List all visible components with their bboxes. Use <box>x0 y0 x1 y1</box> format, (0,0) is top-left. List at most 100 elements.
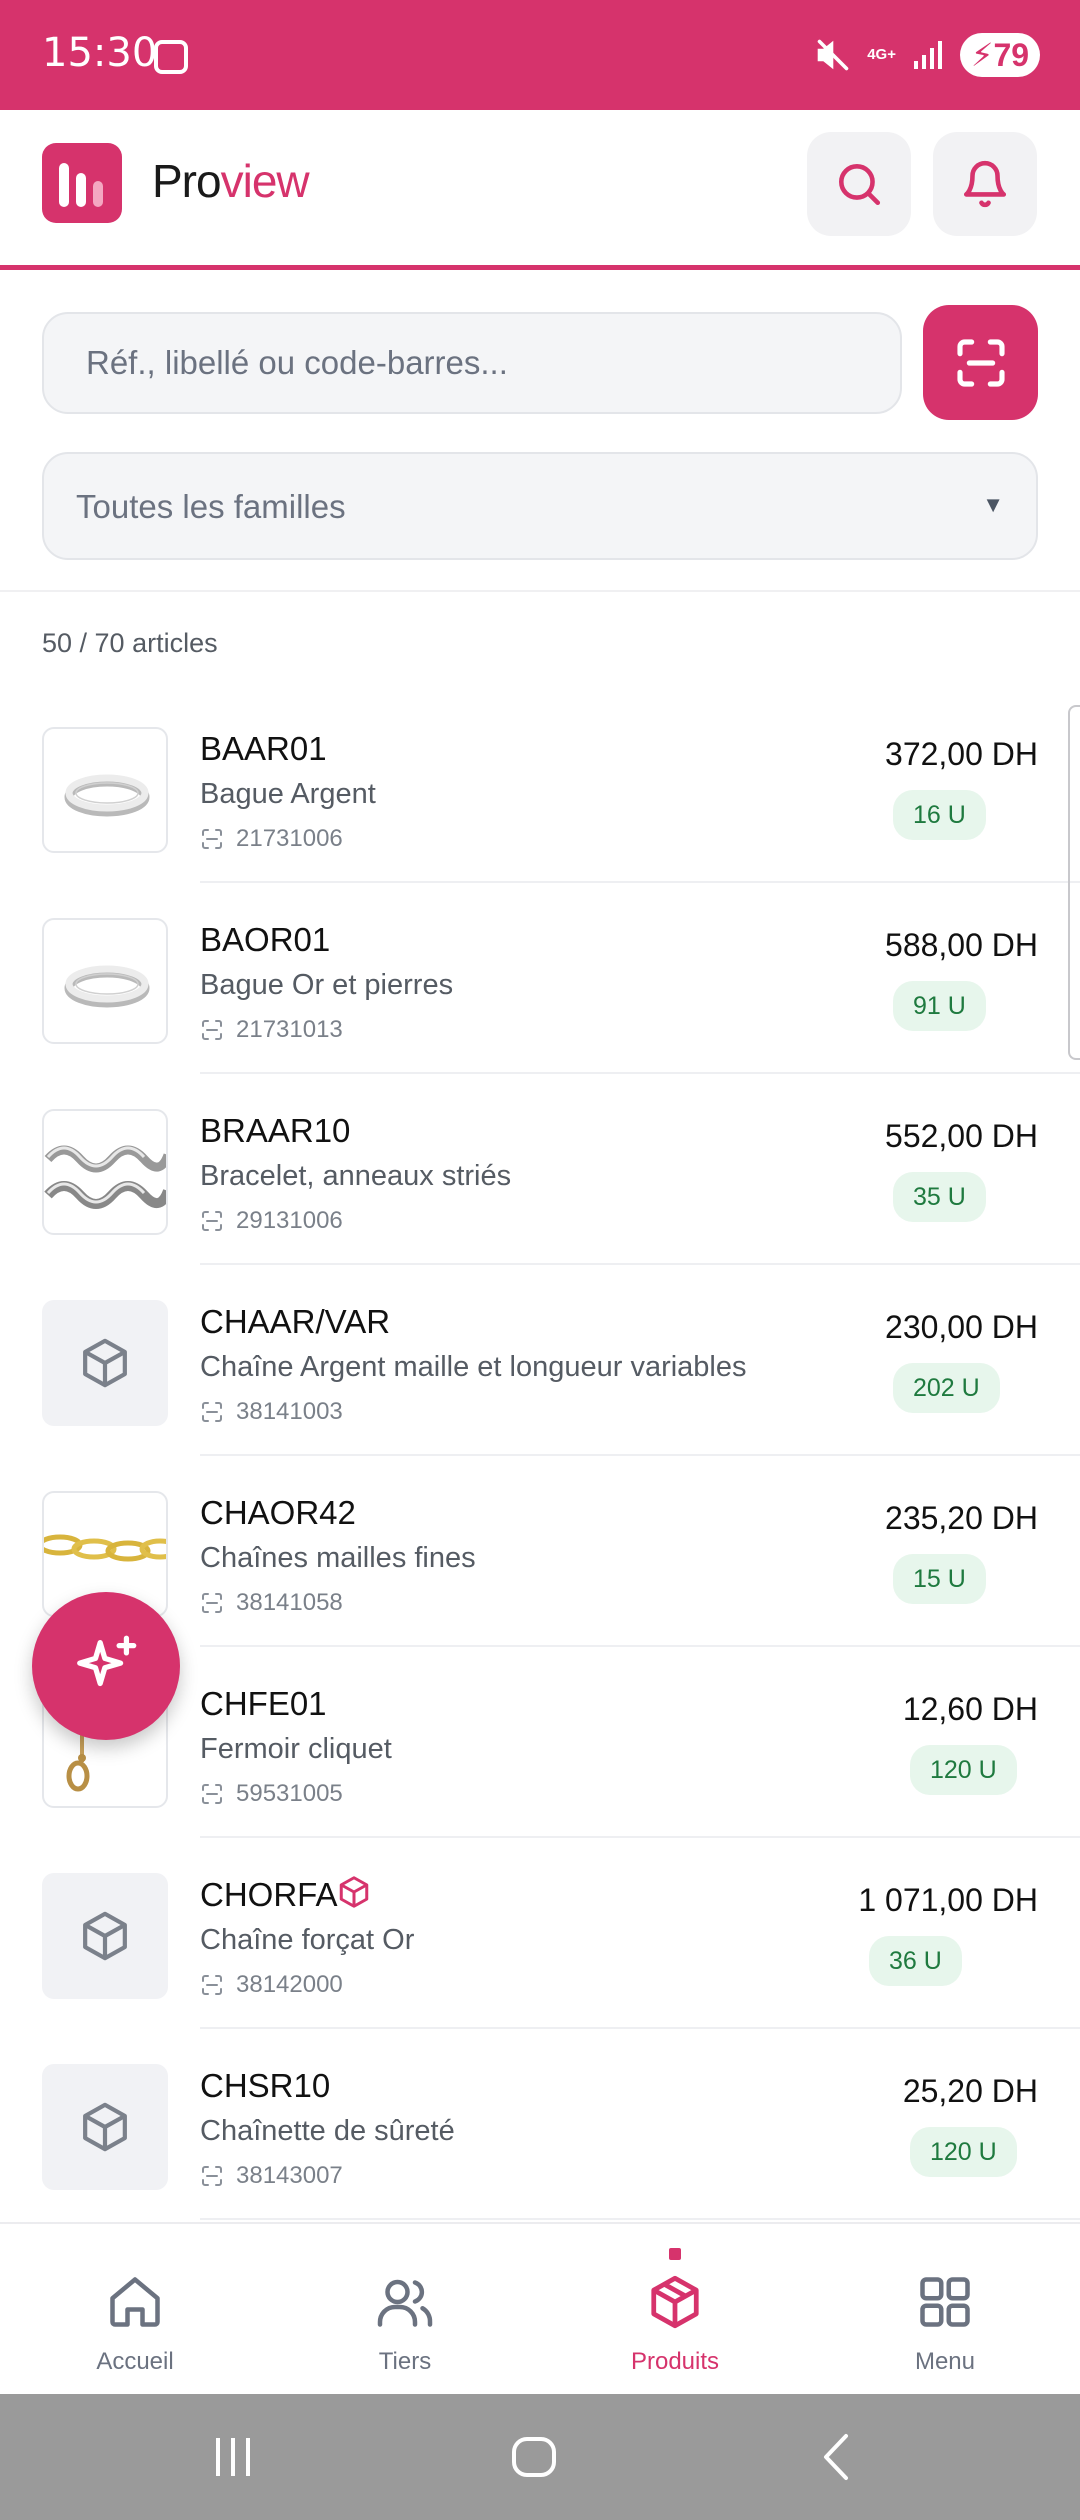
stock-badge: 16 U <box>893 790 986 840</box>
product-ref: BAOR01 <box>200 921 331 958</box>
product-image-placeholder <box>42 1300 168 1426</box>
product-price: 552,00 DH <box>885 1118 1038 1154</box>
barcode-icon <box>202 829 222 849</box>
home-button-icon[interactable] <box>510 2434 558 2480</box>
barcode-value: 38141058 <box>236 1589 343 1616</box>
product-description: Chaîne forçat Or <box>200 1924 415 1956</box>
barcode-icon <box>202 1975 222 1995</box>
barcode-value: 29131006 <box>236 1207 343 1234</box>
product-ref: CHFE01 <box>200 1685 327 1722</box>
package-icon <box>651 2275 699 2329</box>
battery-indicator: ⚡ 79 <box>960 33 1040 77</box>
users-icon <box>377 2279 433 2327</box>
product-description: Chaînette de sûreté <box>200 2115 455 2147</box>
package-icon <box>83 1911 127 1961</box>
product-price: 372,00 DH <box>885 736 1038 772</box>
barcode-icon <box>202 2166 222 2186</box>
barcode-value: 38143007 <box>236 2162 343 2189</box>
product-price: 588,00 DH <box>885 927 1038 963</box>
app-logo <box>42 143 122 223</box>
product-ref: CHORFA <box>200 1876 338 1913</box>
barcode-scan-button[interactable] <box>923 305 1038 420</box>
product-ref: CHAAR/VAR <box>200 1303 391 1340</box>
product-ref: CHSR10 <box>200 2067 331 2104</box>
product-price: 1 071,00 DH <box>858 1882 1038 1918</box>
battery-charging-icon: ⚡ <box>970 37 994 73</box>
package-icon <box>336 1874 372 1915</box>
barcode-value: 59531005 <box>236 1780 343 1807</box>
nav-item-tiers[interactable]: Tiers <box>270 2224 540 2396</box>
product-description: Chaînes mailles fines <box>200 1542 476 1574</box>
stock-badge: 91 U <box>893 981 986 1031</box>
barcode-value: 38141003 <box>236 1398 343 1425</box>
app-header: Proview <box>0 110 1080 270</box>
product-barcode: 21731006 <box>200 825 343 853</box>
nav-label: Tiers <box>378 2348 432 2375</box>
stock-badge: 120 U <box>910 2127 1017 2177</box>
barcode-icon <box>202 1211 222 1231</box>
article-count: 50 / 70 articles <box>42 628 218 658</box>
nav-label: Menu <box>914 2348 976 2375</box>
screenshot-icon <box>154 40 188 74</box>
barcode-value: 21731006 <box>236 825 343 852</box>
network-type: 4G+ <box>867 46 896 63</box>
stock-badge: 36 U <box>869 1936 962 1986</box>
dropdown-arrow-icon: ▼ <box>982 492 1004 517</box>
product-image-ring <box>42 727 168 853</box>
product-description: Bague Argent <box>200 778 376 810</box>
barcode-icon <box>202 1784 222 1804</box>
product-row[interactable]: BRAAR10 Bracelet, anneaux striés 2913100… <box>0 1074 1080 1265</box>
barcode-icon <box>202 1020 222 1040</box>
product-row[interactable]: CHAAR/VAR Chaîne Argent maille et longue… <box>0 1265 1080 1456</box>
product-row[interactable]: BAOR01 Bague Or et pierres 21731013 588,… <box>0 883 1080 1074</box>
search-button[interactable] <box>807 132 911 236</box>
product-row[interactable]: CHSR10 Chaînette de sûreté 38143007 25,2… <box>0 2029 1080 2220</box>
product-row[interactable]: BAAR01 Bague Argent 21731006 372,00 DH 1… <box>0 692 1080 883</box>
product-image-ring <box>42 918 168 1044</box>
barcode-icon <box>202 1593 222 1613</box>
recent-apps-icon[interactable] <box>210 2434 256 2480</box>
product-list: BAAR01 Bague Argent 21731006 372,00 DH 1… <box>0 692 1080 2220</box>
family-filter-select[interactable]: Toutes les familles ▼ <box>42 452 1038 560</box>
barcode-value: 21731013 <box>236 1016 343 1043</box>
nav-label: Accueil <box>96 2348 174 2375</box>
notifications-button[interactable] <box>933 132 1037 236</box>
product-description: Bracelet, anneaux striés <box>200 1160 512 1192</box>
back-icon[interactable] <box>816 2432 856 2482</box>
bottom-navigation: Accueil Tiers Produits Menu <box>0 2222 1080 2394</box>
product-image-bracelet <box>42 1109 168 1235</box>
barcode-value: 38142000 <box>236 1971 343 1998</box>
home-icon <box>110 2277 160 2327</box>
product-barcode: 38141003 <box>200 1398 343 1426</box>
ai-assistant-button[interactable] <box>32 1592 180 1740</box>
app-title: Proview <box>152 154 310 208</box>
package-icon <box>83 1338 127 1388</box>
product-price: 235,20 DH <box>885 1500 1038 1536</box>
scrollbar[interactable] <box>1068 705 1080 1060</box>
mute-icon <box>815 37 851 73</box>
stock-badge: 202 U <box>893 1363 1000 1413</box>
product-barcode: 38141058 <box>200 1589 343 1617</box>
search-input[interactable] <box>42 312 902 414</box>
divider <box>0 590 1080 592</box>
product-description: Fermoir cliquet <box>200 1733 392 1765</box>
nav-item-accueil[interactable]: Accueil <box>0 2224 270 2396</box>
nav-label: Produits <box>630 2348 720 2375</box>
status-time: 15:30 <box>42 30 158 76</box>
product-barcode: 29131006 <box>200 1207 343 1235</box>
product-image-placeholder <box>42 1873 168 1999</box>
product-ref: BAAR01 <box>200 730 327 767</box>
product-barcode: 59531005 <box>200 1780 343 1808</box>
active-indicator <box>669 2248 681 2260</box>
product-image-placeholder <box>42 2064 168 2190</box>
product-description: Chaîne Argent maille et longueur variabl… <box>200 1351 747 1383</box>
nav-item-menu[interactable]: Menu <box>810 2224 1080 2396</box>
product-row[interactable]: CHORFA Chaîne forçat Or 38142000 1 071,0… <box>0 1838 1080 2029</box>
grid-icon <box>920 2277 970 2327</box>
battery-level: 79 <box>993 36 1030 73</box>
product-barcode: 38142000 <box>200 1971 343 1999</box>
barcode-icon <box>202 1402 222 1422</box>
system-navigation-bar <box>0 2394 1080 2520</box>
search-icon <box>839 164 881 206</box>
product-ref: BRAAR10 <box>200 1112 351 1149</box>
